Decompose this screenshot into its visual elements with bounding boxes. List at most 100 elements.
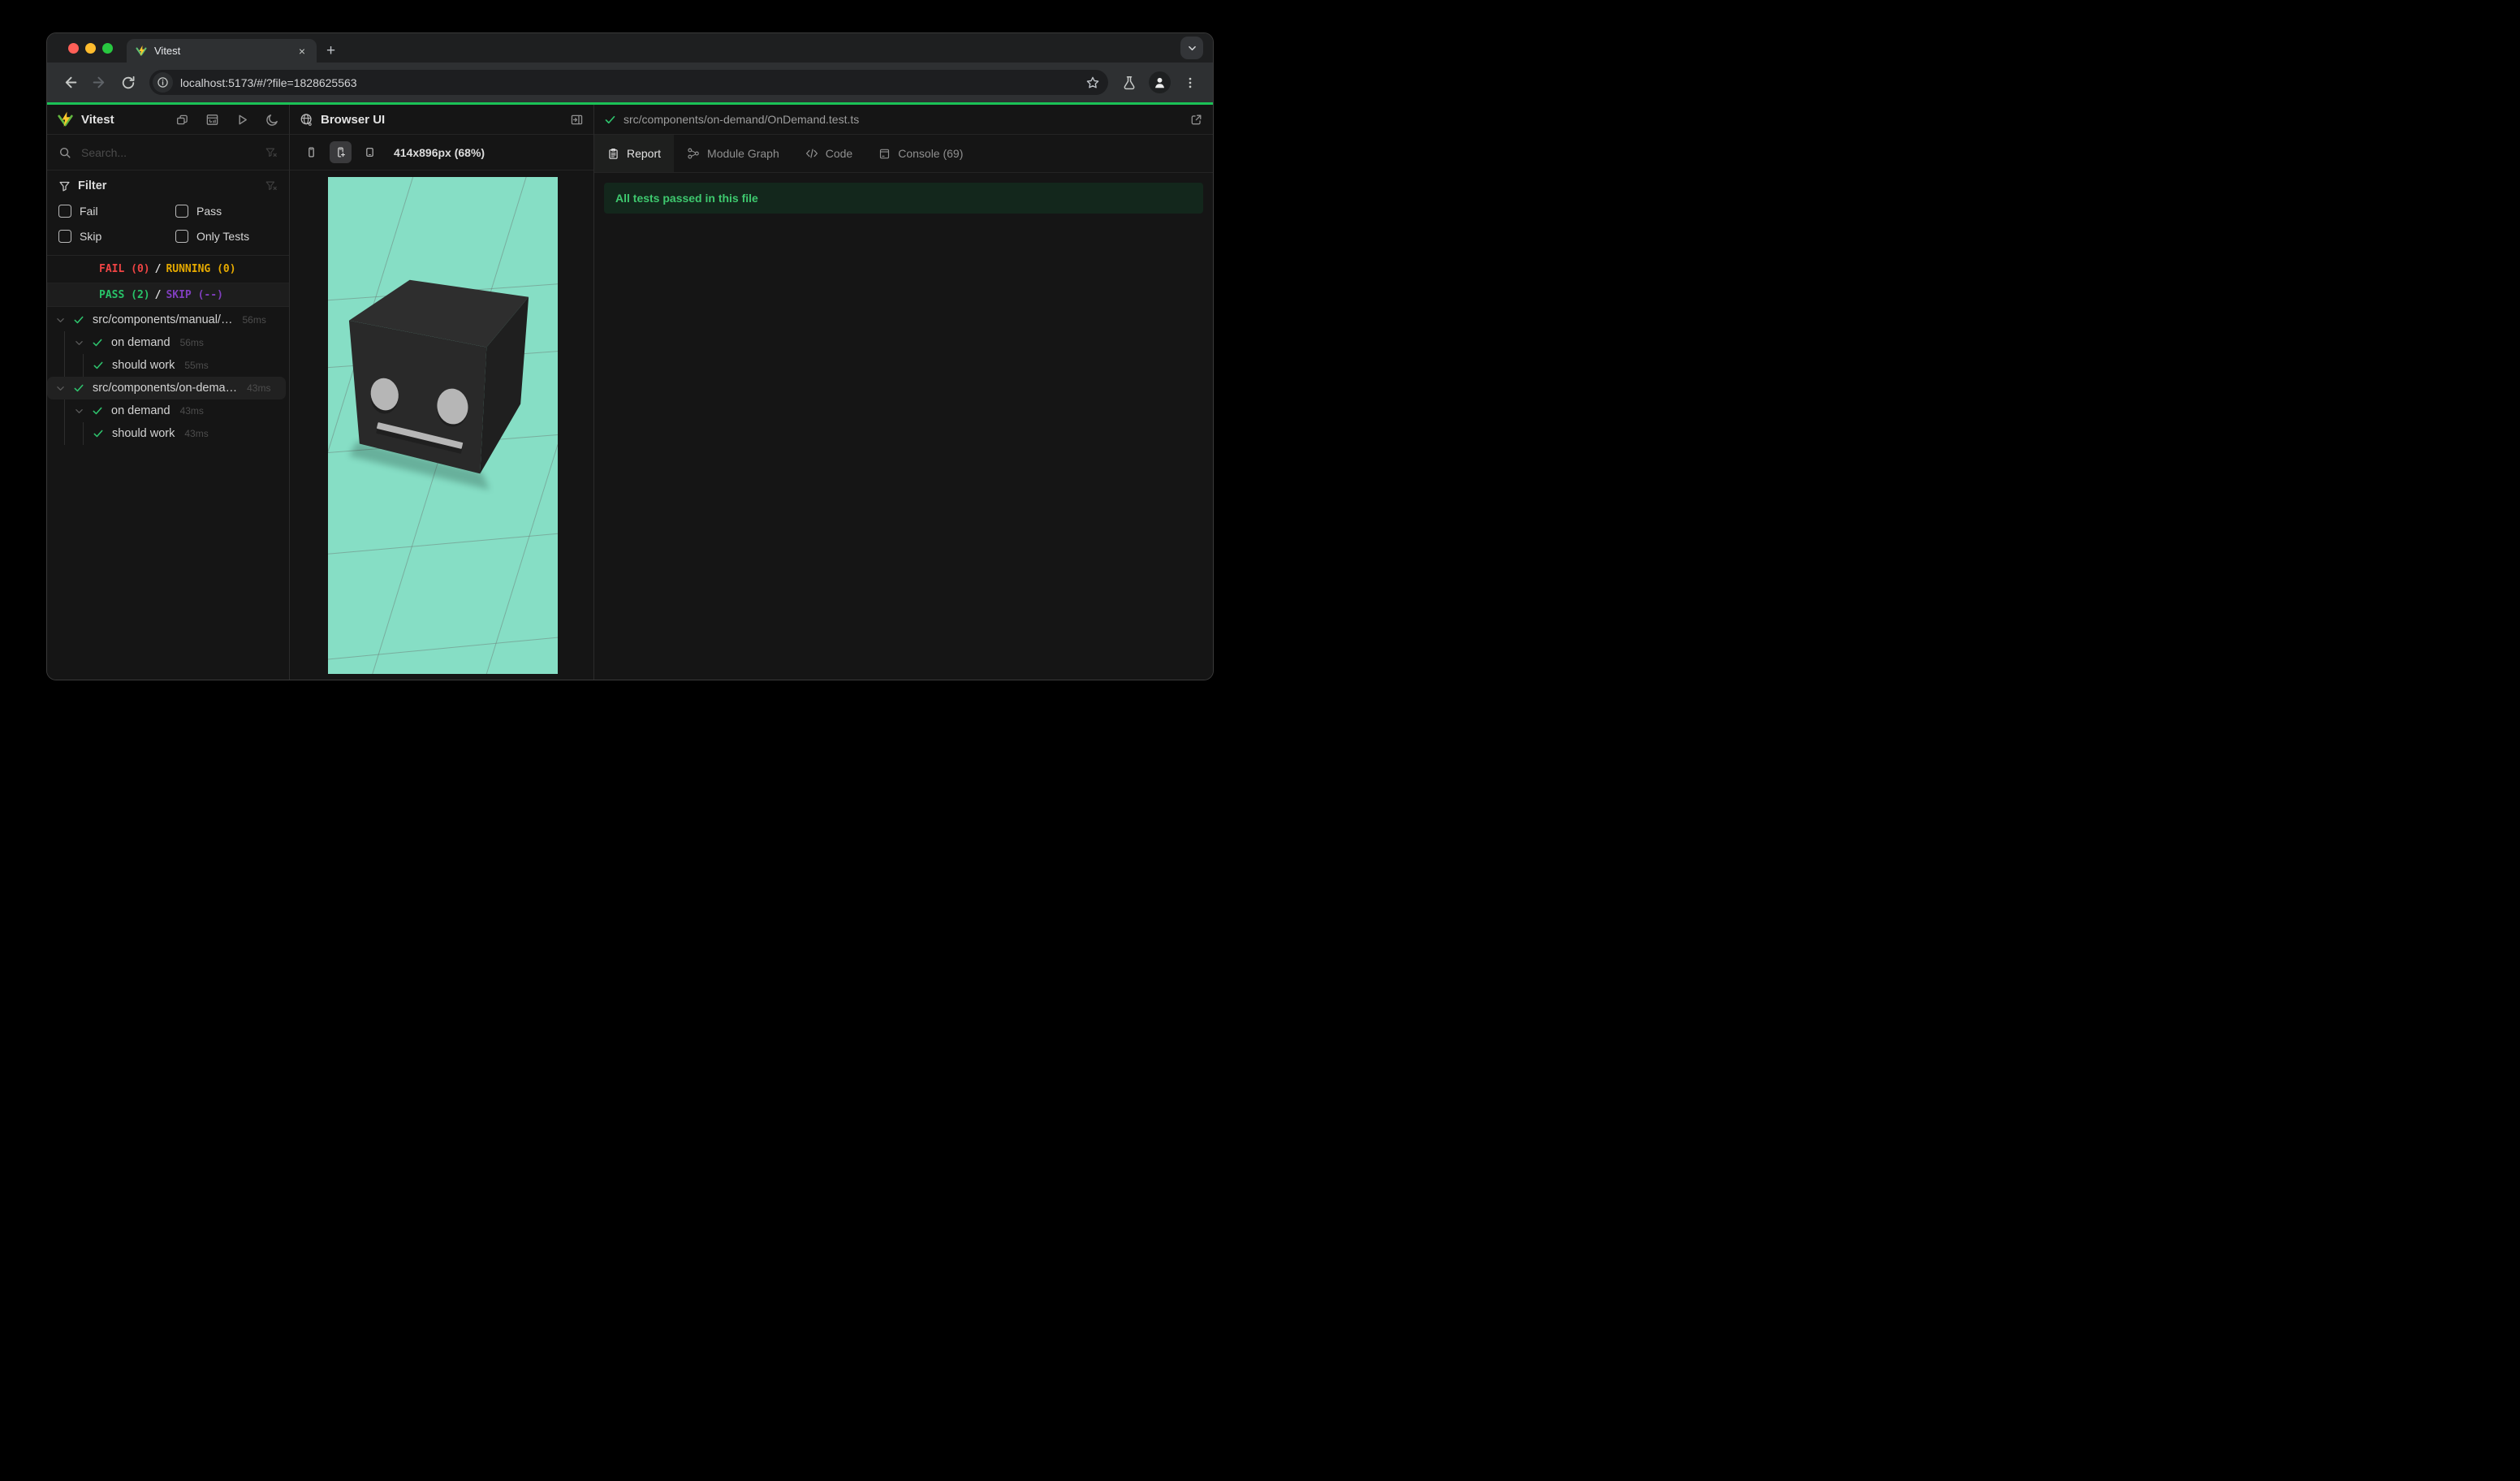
separator: /	[154, 263, 162, 275]
forward-button[interactable]	[86, 70, 112, 96]
test-duration: 55ms	[184, 360, 209, 371]
search-icon	[58, 146, 71, 159]
running-count: RUNNING (0)	[166, 263, 236, 275]
globe-icon	[300, 113, 313, 127]
checkbox[interactable]	[58, 230, 71, 243]
test-duration: 43ms	[184, 428, 209, 439]
tree-indent-guide	[83, 422, 84, 445]
filter-title: Filter	[78, 179, 107, 192]
filter-checkbox-fail[interactable]: Fail	[58, 205, 175, 218]
maximize-window-button[interactable]	[102, 42, 113, 54]
pass-check-icon	[73, 314, 84, 326]
checkbox-label: Pass	[196, 205, 222, 218]
tab-module-graph[interactable]: Module Graph	[674, 135, 792, 172]
sidebar: Vitest Search... Filter Fail Pass Skip O…	[47, 105, 290, 680]
url-text[interactable]: localhost:5173/#/?file=1828625563	[180, 76, 1082, 89]
test-tree-row-file[interactable]: src/components/manual/… 56ms	[47, 309, 286, 331]
minimize-window-button[interactable]	[85, 42, 96, 54]
pass-check-icon	[604, 114, 616, 126]
open-external-link-icon[interactable]	[1189, 113, 1203, 127]
filter-checkbox-only-tests[interactable]: Only Tests	[175, 230, 278, 243]
device-phone-icon[interactable]	[300, 141, 322, 163]
vitest-favicon-icon	[135, 45, 148, 58]
chevron-down-icon[interactable]	[55, 383, 67, 394]
tab-label: Console (69)	[898, 147, 964, 160]
test-duration: 56ms	[242, 314, 266, 326]
test-label: on demand	[111, 404, 170, 417]
tab-console[interactable]: Console (69)	[865, 135, 976, 172]
device-tablet-icon[interactable]	[359, 141, 381, 163]
test-file-path: src/components/on-demand/OnDemand.test.t…	[624, 113, 860, 126]
menu-dots-icon[interactable]	[1177, 70, 1203, 96]
collapse-windows-icon[interactable]	[175, 113, 189, 127]
test-duration: 56ms	[179, 337, 204, 348]
robot-cube-scene	[328, 177, 558, 674]
results-panel: src/components/on-demand/OnDemand.test.t…	[594, 105, 1213, 680]
tab-label: Report	[627, 147, 662, 160]
clear-filter-icon[interactable]	[265, 146, 278, 159]
tab-report[interactable]: Report	[594, 135, 675, 172]
test-duration: 43ms	[179, 405, 204, 417]
back-button[interactable]	[57, 70, 83, 96]
dashboard-icon[interactable]	[205, 113, 219, 127]
tab-strip: Vitest × +	[47, 33, 1213, 63]
chevron-down-icon[interactable]	[55, 315, 67, 326]
results-tabs: Report Module Graph Code Console (69)	[594, 135, 1213, 173]
dark-mode-moon-icon[interactable]	[265, 113, 279, 127]
test-tree-row-file[interactable]: src/components/on-dema… 43ms	[47, 377, 286, 399]
viewport-size-label: 414x896px (68%)	[394, 145, 485, 159]
test-label: should work	[112, 359, 175, 372]
profile-avatar[interactable]	[1149, 71, 1171, 93]
checkbox[interactable]	[175, 230, 188, 243]
test-label: src/components/on-dema…	[93, 382, 238, 395]
new-tab-button[interactable]: +	[326, 43, 335, 58]
close-window-button[interactable]	[68, 42, 79, 54]
chevron-down-icon[interactable]	[74, 338, 85, 348]
checkbox[interactable]	[175, 205, 188, 218]
test-tree-row-suite[interactable]: on demand 56ms	[47, 331, 286, 354]
device-phone-add-icon[interactable]	[330, 141, 352, 163]
chevron-down-icon[interactable]	[74, 406, 85, 417]
summary-line-pass-skip: PASS (2) / SKIP (--)	[47, 283, 289, 307]
vitest-ui-page: Vitest Search... Filter Fail Pass Skip O…	[47, 102, 1213, 680]
search-input[interactable]	[80, 145, 257, 160]
skip-count: SKIP (--)	[166, 288, 223, 301]
summary-line-fail-running: FAIL (0) / RUNNING (0)	[47, 256, 289, 283]
bookmark-star-icon[interactable]	[1085, 76, 1100, 90]
tree-indent-guide	[64, 331, 65, 377]
experiments-flask-icon[interactable]	[1116, 70, 1142, 96]
filter-checkbox-pass[interactable]: Pass	[175, 205, 278, 218]
browser-toolbar: localhost:5173/#/?file=1828625563	[47, 63, 1213, 102]
tab-close-icon[interactable]: ×	[296, 44, 309, 58]
tab-label: Module Graph	[707, 147, 779, 160]
tab-label: Code	[825, 147, 853, 160]
site-info-icon[interactable]	[153, 72, 173, 93]
browser-preview-panel: Browser UI 414x896px (68%)	[290, 105, 594, 680]
separator: /	[154, 288, 162, 301]
clear-filter-icon[interactable]	[265, 179, 278, 192]
reload-button[interactable]	[115, 70, 141, 96]
tab-search-button[interactable]	[1180, 37, 1203, 59]
url-bar[interactable]: localhost:5173/#/?file=1828625563	[149, 70, 1108, 95]
test-duration: 43ms	[247, 382, 271, 394]
dock-panel-right-icon[interactable]	[570, 113, 584, 127]
pass-check-icon	[92, 405, 103, 417]
all-tests-passed-banner: All tests passed in this file	[604, 183, 1203, 214]
tested-app-viewport[interactable]	[328, 177, 558, 674]
browser-tab[interactable]: Vitest ×	[127, 39, 317, 63]
test-tree-row-suite[interactable]: on demand 43ms	[47, 399, 286, 422]
device-toolbar: 414x896px (68%)	[290, 135, 593, 171]
funnel-filter-icon	[58, 180, 71, 192]
fail-count: FAIL (0)	[99, 263, 150, 275]
run-all-play-icon[interactable]	[235, 113, 249, 127]
tab-title: Vitest	[154, 45, 181, 57]
filter-checkbox-skip[interactable]: Skip	[58, 230, 175, 243]
test-label: on demand	[111, 336, 170, 349]
checkbox[interactable]	[58, 205, 71, 218]
checkbox-label: Only Tests	[196, 230, 250, 243]
checkbox-label: Fail	[80, 205, 98, 218]
checkbox-label: Skip	[80, 230, 102, 243]
tab-code[interactable]: Code	[792, 135, 865, 172]
window-controls	[68, 33, 113, 63]
sidebar-title: Vitest	[81, 112, 114, 127]
